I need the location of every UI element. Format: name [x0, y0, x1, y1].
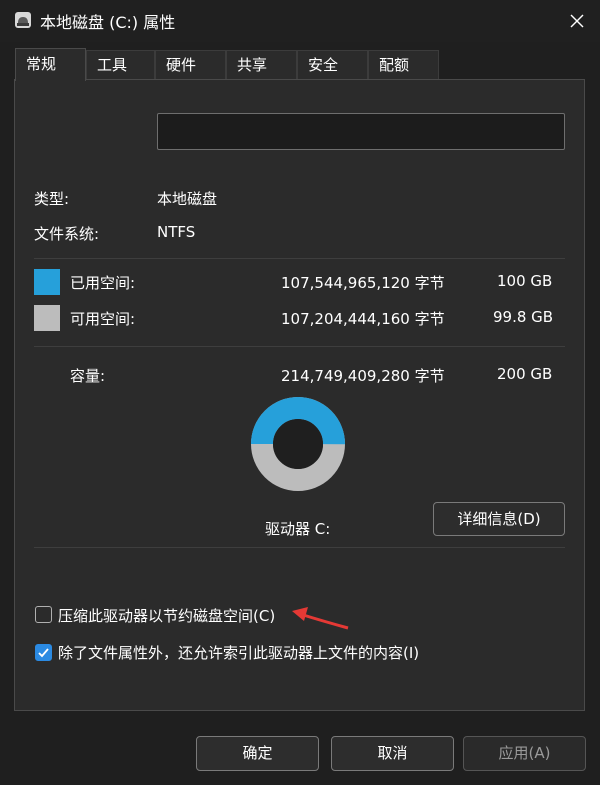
ok-button[interactable]: 确定: [196, 736, 319, 771]
details-button[interactable]: 详细信息(D): [433, 502, 565, 536]
title-bar: 本地磁盘 (C:) 属性: [0, 0, 600, 42]
free-space-bytes: 107,204,444,160 字节: [281, 310, 445, 328]
type-label: 类型:: [34, 190, 70, 208]
tab-general[interactable]: 常规: [15, 48, 86, 81]
close-icon[interactable]: [562, 6, 592, 36]
divider: [34, 346, 565, 347]
compress-checkbox[interactable]: [35, 606, 52, 623]
capacity-size: 200 GB: [497, 365, 553, 383]
capacity-bytes: 214,749,409,280 字节: [281, 367, 445, 385]
tab-sharing[interactable]: 共享: [226, 50, 297, 80]
tab-strip: 常规 工具 硬件 共享 安全 配额: [0, 48, 600, 81]
volume-name-input[interactable]: [157, 113, 565, 150]
type-value: 本地磁盘: [157, 190, 218, 208]
free-space-size: 99.8 GB: [493, 308, 554, 326]
annotation-arrow-icon: [292, 607, 349, 630]
index-checkbox-label[interactable]: 除了文件属性外，还允许索引此驱动器上文件的内容(I): [58, 642, 419, 663]
compress-checkbox-label[interactable]: 压缩此驱动器以节约磁盘空间(C): [58, 605, 275, 626]
donut-hole: [273, 419, 323, 469]
filesystem-label: 文件系统:: [34, 225, 100, 243]
checkmark-icon: [38, 648, 49, 658]
used-space-swatch: [34, 269, 60, 295]
divider: [34, 258, 565, 259]
apply-button[interactable]: 应用(A): [463, 736, 586, 771]
free-space-label: 可用空间:: [70, 310, 136, 328]
tab-security[interactable]: 安全: [297, 50, 368, 80]
drive-icon: [15, 12, 31, 28]
used-space-size: 100 GB: [497, 272, 553, 290]
free-space-swatch: [34, 305, 60, 331]
tab-tools[interactable]: 工具: [86, 50, 155, 80]
window-title: 本地磁盘 (C:) 属性: [40, 13, 176, 32]
tab-quota[interactable]: 配额: [368, 50, 439, 80]
divider: [34, 547, 565, 548]
used-space-label: 已用空间:: [70, 274, 136, 292]
tab-hardware[interactable]: 硬件: [155, 50, 226, 80]
drive-label: 驱动器 C:: [265, 520, 331, 538]
used-space-bytes: 107,544,965,120 字节: [281, 274, 445, 292]
capacity-label: 容量:: [70, 367, 106, 385]
disk-usage-donut: [251, 397, 345, 491]
index-checkbox[interactable]: [35, 644, 52, 661]
cancel-button[interactable]: 取消: [331, 736, 454, 771]
filesystem-value: NTFS: [157, 223, 196, 241]
